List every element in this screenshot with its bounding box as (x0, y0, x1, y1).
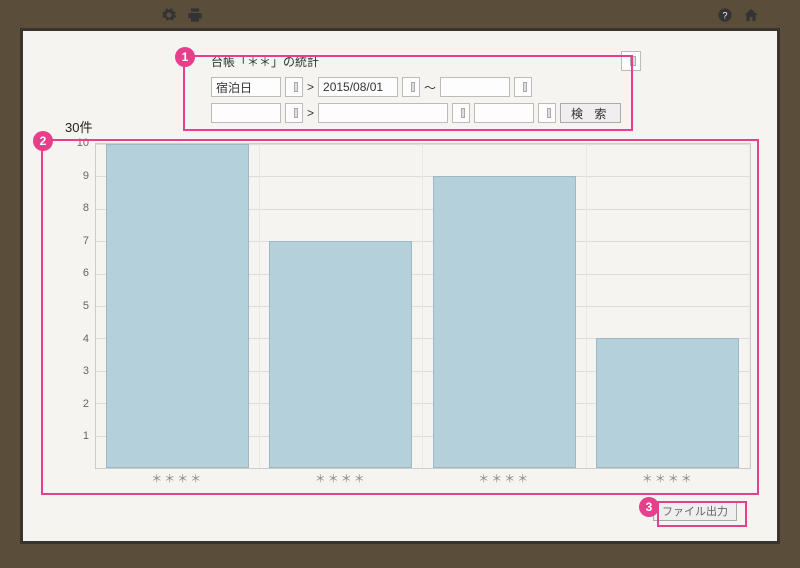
chevron-down-icon (523, 82, 527, 92)
gt-symbol2: > (307, 106, 314, 120)
tilde: ～ (424, 79, 436, 96)
chevron-down-icon (461, 108, 465, 118)
chevron-down-icon (630, 56, 636, 66)
date-from-input[interactable]: 2015/08/01 (318, 77, 398, 97)
print-icon[interactable] (186, 6, 204, 24)
y-tick-label: 9 (61, 170, 89, 182)
bar-chart: ＊＊＊＊＊＊＊＊＊＊＊＊＊＊＊＊ 12345678910 (61, 143, 751, 489)
y-tick-label: 5 (61, 300, 89, 312)
filter-area: 台帳「＊＊」の統計 宿泊日 > 2015/08/01 ～ > 検 索 (211, 51, 641, 123)
value2b-select[interactable] (538, 103, 556, 123)
search-button[interactable]: 検 索 (560, 103, 621, 123)
stats-title: 台帳「＊＊」の統計 (211, 53, 319, 70)
field1-label: 宿泊日 (216, 79, 252, 96)
chevron-down-icon (411, 82, 415, 92)
y-tick-label: 10 (61, 137, 89, 149)
y-tick-label: 2 (61, 398, 89, 410)
x-tick-label: ＊＊＊＊ (96, 470, 259, 486)
value2a-input[interactable] (318, 103, 448, 123)
export-button[interactable]: ファイル出力 (653, 501, 737, 521)
y-tick-label: 1 (61, 430, 89, 442)
value2a-select[interactable] (452, 103, 470, 123)
bar-slot: ＊＊＊＊ (423, 144, 587, 468)
bar-slot: ＊＊＊＊ (260, 144, 424, 468)
field1-op-select[interactable] (285, 77, 303, 97)
callout-1: 1 (175, 47, 195, 67)
bar (596, 338, 739, 468)
bar-slot: ＊＊＊＊ (96, 144, 260, 468)
chevron-down-icon (294, 108, 298, 118)
date-to-select[interactable] (514, 77, 532, 97)
chevron-down-icon (294, 82, 298, 92)
x-tick-label: ＊＊＊＊ (260, 470, 423, 486)
date-from-select[interactable] (402, 77, 420, 97)
title-select[interactable] (621, 51, 641, 71)
field2-op-select[interactable] (285, 103, 303, 123)
main-panel: 台帳「＊＊」の統計 宿泊日 > 2015/08/01 ～ > 検 索 30件 ＊… (20, 28, 780, 544)
bar (433, 176, 576, 468)
chevron-down-icon (547, 108, 551, 118)
home-icon[interactable] (742, 6, 760, 24)
bar-slot: ＊＊＊＊ (587, 144, 751, 468)
callout-2: 2 (33, 131, 53, 151)
y-tick-label: 4 (61, 333, 89, 345)
bar (269, 241, 412, 468)
svg-text:?: ? (722, 10, 727, 20)
x-tick-label: ＊＊＊＊ (587, 470, 750, 486)
bar (106, 144, 249, 468)
y-tick-label: 7 (61, 235, 89, 247)
value2b-input[interactable] (474, 103, 534, 123)
gt-symbol: > (307, 80, 314, 94)
help-icon[interactable]: ? (716, 6, 734, 24)
y-tick-label: 6 (61, 267, 89, 279)
field2-select[interactable] (211, 103, 281, 123)
y-tick-label: 8 (61, 202, 89, 214)
field1-select[interactable]: 宿泊日 (211, 77, 281, 97)
y-tick-label: 3 (61, 365, 89, 377)
result-count: 30件 (65, 117, 92, 136)
callout-3: 3 (639, 497, 659, 517)
x-tick-label: ＊＊＊＊ (423, 470, 586, 486)
date-to-input[interactable] (440, 77, 510, 97)
gear-icon[interactable] (160, 6, 178, 24)
